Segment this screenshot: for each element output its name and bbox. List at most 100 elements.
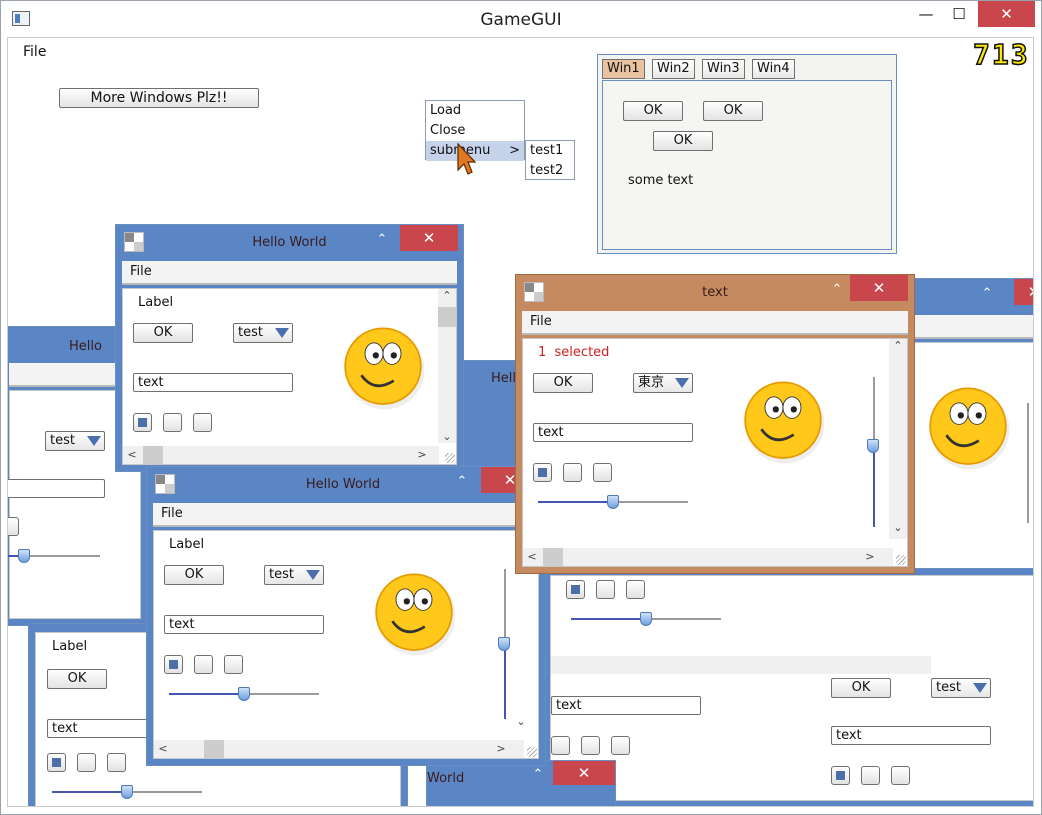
checkbox[interactable]	[831, 766, 850, 785]
horizontal-scrollbar[interactable]: < >	[154, 740, 524, 758]
menu-file[interactable]: File	[530, 314, 552, 329]
combo-box[interactable]: test	[45, 431, 105, 451]
menu-item-load[interactable]: Load	[426, 101, 524, 121]
checkbox[interactable]	[8, 517, 19, 536]
checkbox[interactable]	[133, 413, 152, 432]
slider[interactable]	[8, 549, 100, 563]
label: Label	[52, 639, 88, 654]
ok-button[interactable]: OK	[133, 323, 193, 343]
combo-box[interactable]: test	[264, 565, 324, 585]
chevron-left-icon[interactable]: <	[123, 448, 141, 461]
ok-button[interactable]: OK	[623, 101, 683, 121]
chevron-down-icon[interactable]: ⌄	[512, 715, 530, 728]
hello-world-window-1[interactable]: Hello World ⌃ ✕ File Label OK test text …	[115, 224, 464, 472]
combo-box[interactable]: 東京	[633, 373, 693, 393]
slider[interactable]	[52, 785, 202, 799]
menu-file[interactable]: File	[23, 44, 46, 60]
text-field[interactable]: text	[533, 423, 693, 442]
checkbox[interactable]	[626, 580, 645, 599]
text-field[interactable]: text	[164, 615, 324, 634]
maximize-button[interactable]: ☐	[939, 1, 979, 27]
collapse-icon[interactable]: ⌃	[527, 765, 549, 785]
text-field[interactable]: text	[133, 373, 293, 392]
text-field[interactable]	[8, 479, 105, 498]
horizontal-scrollbar[interactable]	[551, 656, 931, 674]
close-button[interactable]: ✕	[553, 761, 615, 785]
collapse-icon[interactable]: ⌃	[976, 284, 998, 304]
checkbox[interactable]	[193, 413, 212, 432]
menu-item-close[interactable]: Close	[426, 121, 524, 141]
vertical-slider[interactable]	[498, 569, 510, 719]
collapse-icon[interactable]: ⌃	[826, 280, 848, 300]
checkbox[interactable]	[861, 766, 880, 785]
resize-grip[interactable]	[896, 555, 906, 565]
label: Label	[169, 537, 205, 552]
horizontal-scrollbar[interactable]: < >	[523, 548, 893, 566]
slider[interactable]	[571, 612, 721, 626]
checkbox[interactable]	[891, 766, 910, 785]
close-button[interactable]: ✕	[978, 1, 1035, 27]
checkbox[interactable]	[47, 753, 66, 772]
chevron-down-icon[interactable]: ⌄	[889, 521, 907, 534]
combo-box[interactable]: test	[233, 323, 293, 343]
checkbox[interactable]	[163, 413, 182, 432]
collapse-icon[interactable]: ⌃	[371, 230, 393, 250]
chevron-down-icon[interactable]: ⌄	[438, 430, 456, 443]
resize-grip[interactable]	[445, 453, 455, 463]
checkbox[interactable]	[533, 463, 552, 482]
slider[interactable]	[538, 495, 688, 509]
vertical-slider[interactable]	[867, 377, 879, 527]
chevron-left-icon[interactable]: <	[154, 742, 172, 755]
ok-button[interactable]: OK	[703, 101, 763, 121]
ok-button[interactable]: OK	[164, 565, 224, 585]
menu-file[interactable]: File	[130, 264, 152, 279]
tab-win4[interactable]: Win4	[752, 59, 795, 79]
tab-win1[interactable]: Win1	[602, 59, 645, 79]
checkbox[interactable]	[593, 463, 612, 482]
checkbox[interactable]	[551, 736, 570, 755]
checkbox[interactable]	[581, 736, 600, 755]
chevron-up-icon[interactable]: ⌃	[889, 339, 907, 352]
checkbox[interactable]	[224, 655, 243, 674]
checkbox[interactable]	[107, 753, 126, 772]
submenu-item-test1[interactable]: test1	[526, 141, 574, 161]
chevron-right-icon[interactable]: >	[492, 742, 510, 755]
ok-button[interactable]: OK	[533, 373, 593, 393]
text-field[interactable]: text	[47, 719, 157, 738]
menu-file[interactable]: File	[161, 506, 183, 521]
submenu-item-test2[interactable]: test2	[526, 161, 574, 181]
checkbox[interactable]	[194, 655, 213, 674]
chevron-right-icon[interactable]: >	[413, 448, 431, 461]
checkbox[interactable]	[77, 753, 96, 772]
horizontal-scrollbar[interactable]: < >	[123, 446, 439, 464]
vertical-scrollbar[interactable]: ⌃ ⌄	[438, 289, 456, 443]
vertical-slider[interactable]	[1027, 403, 1029, 523]
checkbox[interactable]	[563, 463, 582, 482]
tab-win3[interactable]: Win3	[702, 59, 745, 79]
close-button[interactable]: ✕	[850, 275, 908, 301]
vertical-scrollbar[interactable]: ⌃ ⌄	[889, 339, 907, 539]
checkbox[interactable]	[566, 580, 585, 599]
chevron-up-icon[interactable]: ⌃	[438, 289, 456, 302]
collapse-icon[interactable]: ⌃	[451, 472, 473, 492]
chevron-left-icon[interactable]: <	[523, 550, 541, 563]
close-button[interactable]: ✕	[400, 225, 458, 251]
text-window[interactable]: text ⌃ ✕ File 1 selected OK 東京 text ⌃ ⌄ …	[515, 274, 915, 574]
close-button[interactable]: ✕	[1014, 279, 1033, 305]
ok-button[interactable]: OK	[653, 131, 713, 151]
chevron-right-icon[interactable]: >	[861, 550, 879, 563]
slider[interactable]	[169, 687, 319, 701]
resize-grip[interactable]	[527, 747, 537, 757]
hello-world-window-2[interactable]: Hello World ⌃ ✕ File Label OK test text …	[146, 466, 546, 766]
checkbox[interactable]	[611, 736, 630, 755]
text-field[interactable]: text	[831, 726, 991, 745]
more-windows-button[interactable]: More Windows Plz!!	[59, 88, 259, 108]
combo-value: 東京	[638, 375, 665, 390]
text-field[interactable]: text	[551, 696, 701, 715]
ok-button[interactable]: OK	[831, 678, 891, 698]
ok-button[interactable]: OK	[47, 669, 107, 689]
tab-win2[interactable]: Win2	[652, 59, 695, 79]
checkbox[interactable]	[596, 580, 615, 599]
checkbox[interactable]	[164, 655, 183, 674]
combo-box[interactable]: test	[931, 678, 991, 698]
